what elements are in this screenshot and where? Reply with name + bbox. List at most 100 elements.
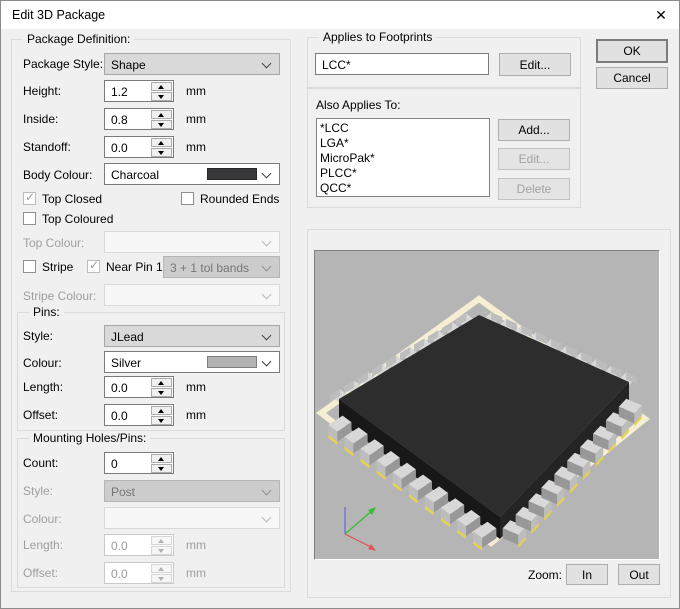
chevron-down-icon: [262, 169, 272, 179]
pin-colour-label: Colour:: [23, 356, 62, 370]
list-item[interactable]: LGA*: [320, 136, 489, 151]
spin-down-icon[interactable]: [151, 416, 172, 425]
titlebar: Edit 3D Package ✕: [1, 1, 679, 29]
inside-stepper[interactable]: 0.8: [104, 108, 174, 130]
window-title: Edit 3D Package: [12, 8, 105, 22]
standoff-label: Standoff:: [23, 140, 71, 154]
package-style-dropdown[interactable]: Shape: [104, 53, 280, 75]
cancel-button[interactable]: Cancel: [596, 67, 668, 89]
mount-style-label: Style:: [23, 484, 53, 498]
package-style-label: Package Style:: [23, 57, 103, 71]
spin-up-icon: [151, 564, 172, 573]
pin-length-stepper[interactable]: 0.0: [104, 376, 174, 398]
list-item[interactable]: QCC*: [320, 181, 489, 196]
inside-value: 0.8: [111, 113, 128, 127]
mount-offset-unit: mm: [186, 566, 206, 580]
close-icon[interactable]: ✕: [649, 4, 673, 26]
top-colour-label: Top Colour:: [23, 236, 84, 250]
list-item[interactable]: *LCC: [320, 121, 489, 136]
pin-length-unit: mm: [186, 380, 206, 394]
also-applies-title: Also Applies To:: [316, 98, 401, 112]
standoff-unit: mm: [186, 140, 206, 154]
ok-button[interactable]: OK: [596, 39, 668, 63]
pin-offset-value: 0.0: [111, 409, 128, 423]
pin-colour-value: Silver: [111, 356, 141, 370]
check-icon: ✓: [89, 258, 99, 272]
mount-colour-dropdown: [104, 507, 280, 529]
footprint-pattern-field[interactable]: LCC*: [315, 53, 489, 75]
chevron-down-icon: [262, 262, 272, 272]
zoom-out-button[interactable]: Out: [618, 564, 660, 585]
spin-up-icon[interactable]: [151, 378, 172, 387]
checkbox-box[interactable]: [23, 260, 36, 273]
tol-bands-value: 3 + 1 tol bands: [170, 261, 249, 275]
footprint-edit-button[interactable]: Edit...: [499, 53, 571, 76]
inside-label: Inside:: [23, 112, 58, 126]
inside-unit: mm: [186, 112, 206, 126]
pin-style-label: Style:: [23, 329, 53, 343]
chip-3d-render: [315, 251, 659, 559]
near-pin-1-label: Near Pin 1: [106, 260, 163, 274]
spin-up-icon[interactable]: [151, 138, 172, 147]
chevron-down-icon: [262, 290, 272, 300]
preview-3d-viewport[interactable]: [314, 250, 660, 560]
mount-style-value: Post: [111, 485, 135, 499]
list-item[interactable]: PLCC*: [320, 166, 489, 181]
tol-bands-dropdown: 3 + 1 tol bands: [163, 256, 280, 278]
check-icon: ✓: [25, 190, 35, 204]
pin-colour-swatch: [207, 356, 257, 368]
pin-colour-dropdown[interactable]: Silver: [104, 351, 280, 373]
standoff-stepper[interactable]: 0.0: [104, 136, 174, 158]
pin-length-value: 0.0: [111, 381, 128, 395]
list-item[interactable]: MicroPak*: [320, 151, 489, 166]
chevron-down-icon: [262, 237, 272, 247]
stripe-colour-dropdown: [104, 284, 280, 306]
pin-offset-unit: mm: [186, 408, 206, 422]
spin-up-icon[interactable]: [151, 82, 172, 91]
spin-down-icon[interactable]: [151, 464, 172, 473]
chevron-down-icon: [262, 486, 272, 496]
pin-offset-label: Offset:: [23, 408, 58, 422]
body-colour-swatch: [207, 168, 257, 180]
also-applies-list[interactable]: *LCCLGA*MicroPak*PLCC*QCC*: [316, 118, 490, 197]
spin-up-icon[interactable]: [151, 110, 172, 119]
spin-up-icon: [151, 536, 172, 545]
height-stepper[interactable]: 1.2: [104, 80, 174, 102]
standoff-value: 0.0: [111, 141, 128, 155]
stripe-label: Stripe: [42, 260, 73, 274]
spin-down-icon[interactable]: [151, 120, 172, 129]
mount-length-value: 0.0: [111, 539, 128, 553]
pin-style-dropdown[interactable]: JLead: [104, 325, 280, 347]
mount-offset-stepper: 0.0: [104, 562, 174, 584]
checkbox-box[interactable]: [181, 192, 194, 205]
height-value: 1.2: [111, 85, 128, 99]
checkbox-box[interactable]: [23, 212, 36, 225]
delete-button: Delete: [498, 178, 570, 200]
spin-down-icon: [151, 574, 172, 583]
chevron-down-icon: [262, 331, 272, 341]
zoom-in-button[interactable]: In: [566, 564, 608, 585]
add-button[interactable]: Add...: [498, 119, 570, 141]
mount-style-dropdown: Post: [104, 480, 280, 502]
height-label: Height:: [23, 84, 61, 98]
package-style-value: Shape: [111, 58, 146, 72]
body-colour-dropdown[interactable]: Charcoal: [104, 163, 280, 185]
top-colour-dropdown: [104, 231, 280, 253]
spin-down-icon[interactable]: [151, 388, 172, 397]
mounting-title: Mounting Holes/Pins:: [29, 431, 150, 445]
rounded-ends-label: Rounded Ends: [200, 192, 279, 206]
mount-offset-label: Offset:: [23, 566, 58, 580]
spin-up-icon[interactable]: [151, 406, 172, 415]
chevron-down-icon: [262, 513, 272, 523]
spin-down-icon[interactable]: [151, 148, 172, 157]
count-stepper[interactable]: 0: [104, 452, 174, 474]
mount-length-unit: mm: [186, 538, 206, 552]
spin-up-icon[interactable]: [151, 454, 172, 463]
mount-colour-label: Colour:: [23, 512, 62, 526]
pin-offset-stepper[interactable]: 0.0: [104, 404, 174, 426]
checkbox-box: ✓: [87, 260, 100, 273]
top-coloured-label: Top Coloured: [42, 212, 113, 226]
spin-down-icon[interactable]: [151, 92, 172, 101]
chevron-down-icon: [262, 357, 272, 367]
package-definition-title: Package Definition:: [23, 32, 134, 46]
